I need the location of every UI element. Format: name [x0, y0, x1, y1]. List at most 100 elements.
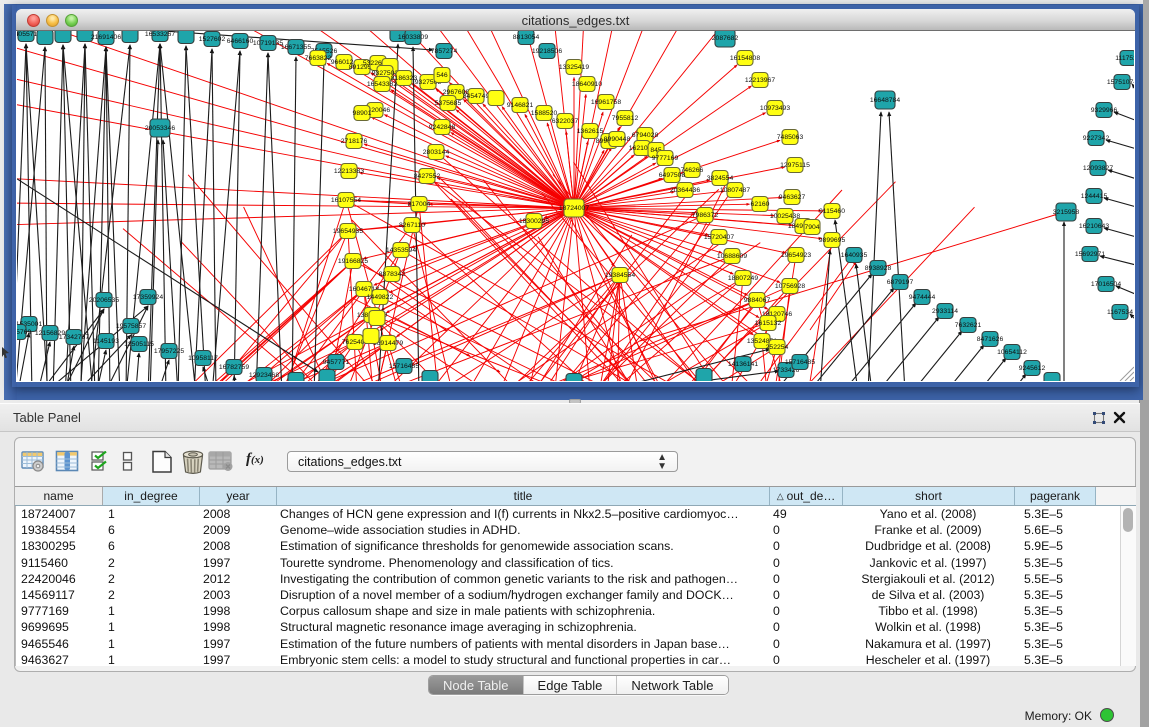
- svg-text:20053346: 20053346: [145, 125, 175, 132]
- svg-text:1167534: 1167534: [1107, 309, 1133, 316]
- svg-text:16154808: 16154808: [730, 55, 760, 62]
- svg-text:18300295: 18300295: [519, 218, 549, 225]
- svg-text:15751074: 15751074: [1107, 79, 1134, 86]
- svg-text:12213967: 12213967: [745, 77, 775, 84]
- svg-text:9245612: 9245612: [1019, 365, 1046, 372]
- svg-text:2803144: 2803144: [423, 149, 450, 156]
- svg-text:19166825: 19166825: [338, 258, 368, 265]
- svg-text:9457771: 9457771: [323, 359, 350, 366]
- svg-text:7485063: 7485063: [777, 134, 804, 141]
- svg-text:12093827: 12093827: [1083, 165, 1113, 172]
- svg-text:12505115: 12505115: [124, 341, 154, 348]
- svg-text:546: 546: [436, 72, 448, 79]
- svg-text:16782759: 16782759: [219, 364, 249, 371]
- svg-text:12213383: 12213383: [334, 168, 364, 175]
- svg-text:16210643: 16210643: [1079, 223, 1109, 230]
- svg-text:3915769: 3915769: [17, 329, 31, 336]
- svg-text:8454749: 8454749: [463, 93, 490, 100]
- svg-text:1449822: 1449822: [367, 294, 394, 301]
- svg-text:9115460: 9115460: [819, 208, 845, 215]
- svg-text:15716485: 15716485: [785, 359, 815, 366]
- svg-text:7663822: 7663822: [305, 55, 332, 62]
- svg-text:19575857: 19575857: [116, 323, 146, 330]
- svg-text:817004: 817004: [408, 201, 431, 208]
- svg-text:2933114: 2933114: [932, 308, 958, 315]
- svg-text:1362615: 1362615: [577, 128, 604, 135]
- svg-text:10719135: 10719135: [253, 40, 283, 47]
- svg-text:1615132: 1615132: [755, 320, 782, 327]
- svg-text:8938928: 8938928: [865, 265, 892, 272]
- svg-text:8471626: 8471626: [977, 336, 1004, 343]
- svg-text:252254: 252254: [766, 344, 789, 351]
- svg-text:9227342: 9227342: [1083, 135, 1110, 142]
- svg-text:9474444: 9474444: [909, 294, 936, 301]
- svg-text:1244415: 1244415: [1081, 193, 1108, 200]
- svg-text:62160: 62160: [751, 201, 770, 208]
- svg-text:17342737: 17342737: [59, 334, 89, 341]
- svg-text:16648784: 16648784: [870, 97, 900, 104]
- svg-text:10654112: 10654112: [997, 349, 1027, 356]
- svg-text:18640910: 18640910: [572, 81, 602, 88]
- svg-text:12975115: 12975115: [780, 162, 810, 169]
- svg-text:19654923: 19654923: [781, 252, 811, 259]
- svg-text:16533267: 16533267: [145, 31, 175, 38]
- svg-text:19654935: 19654935: [333, 228, 363, 235]
- svg-text:3824554: 3824554: [707, 175, 734, 182]
- svg-text:10688609: 10688609: [717, 253, 747, 260]
- svg-text:13325419: 13325419: [559, 64, 589, 71]
- svg-text:19384554: 19384554: [605, 272, 635, 279]
- svg-text:1640935: 1640935: [841, 252, 868, 259]
- svg-text:12923468: 12923468: [249, 372, 279, 379]
- svg-text:5375685: 5375685: [435, 100, 462, 107]
- svg-text:8267110: 8267110: [399, 222, 425, 229]
- svg-text:10958117: 10958117: [188, 355, 218, 362]
- svg-text:8427552: 8427552: [414, 173, 441, 180]
- svg-text:7857274: 7857274: [431, 48, 458, 55]
- svg-text:2087682: 2087682: [712, 35, 739, 42]
- svg-text:10756928: 10756928: [775, 283, 805, 290]
- svg-text:8990448: 8990448: [604, 136, 631, 143]
- svg-text:6322037: 6322037: [552, 118, 579, 125]
- svg-text:1117524: 1117524: [1115, 55, 1134, 62]
- svg-text:7904: 7904: [804, 224, 819, 231]
- svg-text:17359924: 17359924: [133, 294, 163, 301]
- svg-text:20206535: 20206535: [89, 297, 119, 304]
- svg-text:16671355: 16671355: [281, 44, 311, 51]
- svg-text:19218506: 19218506: [532, 48, 562, 55]
- svg-text:6794028: 6794028: [632, 132, 659, 139]
- svg-text:18807249: 18807249: [728, 275, 758, 282]
- svg-text:9884067: 9884067: [744, 297, 771, 304]
- svg-text:20364436: 20364436: [670, 187, 700, 194]
- svg-text:10807487: 10807487: [720, 187, 750, 194]
- svg-text:14353594: 14353594: [386, 247, 416, 254]
- svg-text:7986372: 7986372: [692, 212, 719, 219]
- svg-text:1588520: 1588520: [531, 110, 558, 117]
- svg-text:2718176: 2718176: [341, 138, 368, 145]
- svg-text:6879197: 6879197: [887, 279, 914, 286]
- svg-text:9146821: 9146821: [507, 102, 534, 109]
- svg-text:16107554: 16107554: [331, 197, 361, 204]
- svg-text:18724007: 18724007: [559, 205, 589, 212]
- svg-text:15716485: 15716485: [389, 363, 419, 370]
- svg-text:1527602: 1527602: [199, 36, 226, 43]
- svg-text:14136141: 14136141: [728, 361, 758, 368]
- svg-text:9329966: 9329966: [1091, 107, 1118, 114]
- svg-text:17016504: 17016504: [1091, 281, 1121, 288]
- svg-text:3215958: 3215958: [1053, 209, 1080, 216]
- svg-text:9463627: 9463627: [779, 194, 806, 201]
- svg-text:9777169: 9777169: [652, 155, 679, 162]
- svg-text:8878342: 8878342: [379, 271, 406, 278]
- svg-text:16961758: 16961758: [591, 99, 621, 106]
- svg-text:21691406: 21691406: [91, 34, 121, 41]
- svg-text:9899695: 9899695: [819, 237, 846, 244]
- svg-text:8813054: 8813054: [513, 34, 540, 41]
- svg-text:9242848: 9242848: [429, 124, 456, 131]
- svg-text:15720407: 15720407: [704, 234, 734, 241]
- svg-text:16543382: 16543382: [367, 81, 397, 88]
- svg-text:7955812: 7955812: [612, 115, 639, 122]
- svg-text:98901: 98901: [353, 110, 372, 117]
- svg-text:10973493: 10973493: [760, 105, 790, 112]
- svg-text:16033809: 16033809: [398, 34, 428, 41]
- svg-text:6497508: 6497508: [659, 172, 686, 179]
- svg-text:6466160: 6466160: [227, 38, 254, 45]
